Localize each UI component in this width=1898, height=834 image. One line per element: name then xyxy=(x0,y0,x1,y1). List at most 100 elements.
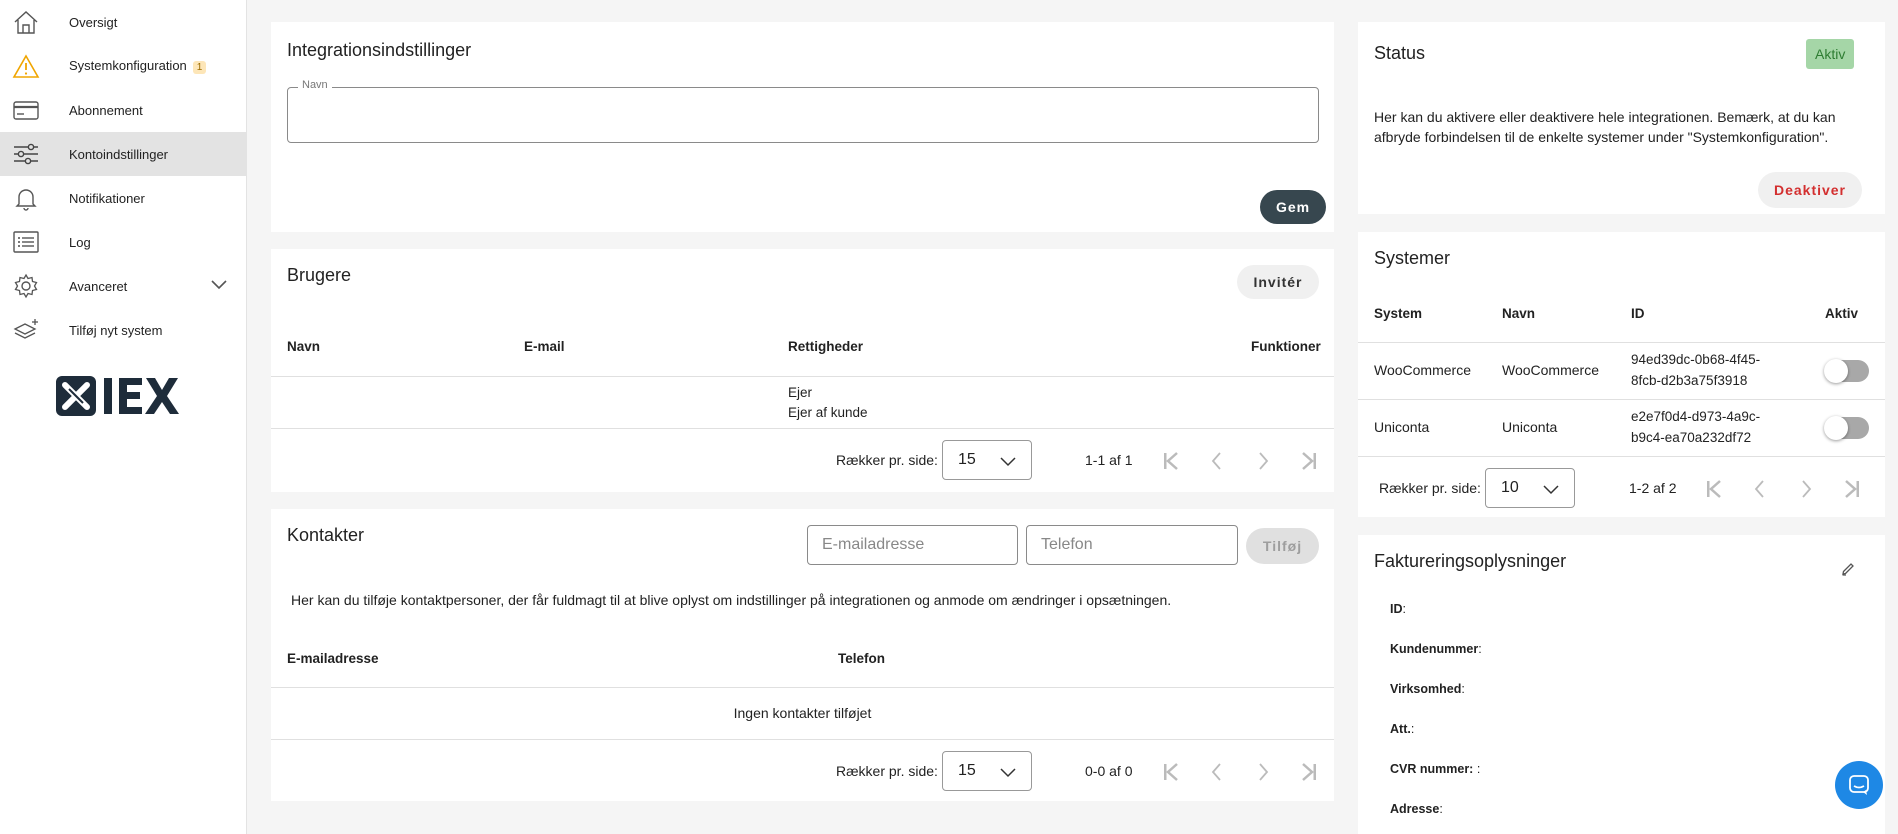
name-input[interactable] xyxy=(287,87,1319,143)
next-page-icon[interactable] xyxy=(1251,449,1275,473)
user-right: Ejer xyxy=(788,385,813,400)
last-page-icon[interactable] xyxy=(1297,760,1321,784)
system-cell: WooCommerce xyxy=(1374,362,1471,378)
bell-icon xyxy=(15,189,37,211)
sidebar-item-abonnement[interactable]: Abonnement xyxy=(0,88,246,132)
save-button[interactable]: Gem xyxy=(1260,190,1326,224)
sidebar-item-avanceret[interactable]: Avanceret xyxy=(0,264,246,308)
divider xyxy=(271,376,1334,377)
system-id-cell: b9c4-ea70a232df72 xyxy=(1631,430,1752,445)
sidebar-item-label: Abonnement xyxy=(69,102,143,118)
previous-page-icon[interactable] xyxy=(1748,477,1772,501)
rows-per-page-label: Rækker pr. side: xyxy=(1379,480,1481,496)
system-id-cell: e2e7f0d4-d973-4a9c- xyxy=(1631,409,1761,424)
column-header: Funktioner xyxy=(1251,339,1321,354)
column-header: Rettigheder xyxy=(788,339,864,354)
billing-label: CVR nummer: xyxy=(1390,762,1474,776)
billing-label-suffix: : xyxy=(1478,642,1482,656)
pagination-range: 0-0 af 0 xyxy=(1085,763,1133,779)
active-toggle[interactable] xyxy=(1824,359,1869,383)
sidebar-item-label: Kontoindstillinger xyxy=(69,146,169,162)
system-id-cell: 8fcb-d2b3a75f3918 xyxy=(1631,373,1748,388)
iex-logo xyxy=(56,374,186,423)
system-name-cell: WooCommerce xyxy=(1502,362,1599,378)
card-title: Status xyxy=(1374,43,1426,63)
first-page-icon[interactable] xyxy=(1159,760,1183,784)
contacts-description: Her kan du tilføje kontaktpersoner, der … xyxy=(291,592,1172,608)
billing-label-suffix: : xyxy=(1473,762,1481,776)
email-field[interactable]: E-mailadresse xyxy=(807,525,1018,565)
column-header: E-mail xyxy=(524,339,565,354)
sidebar-item-label: Systemkonfiguration xyxy=(69,58,187,73)
chevron-down-icon xyxy=(1000,768,1016,778)
edit-icon[interactable] xyxy=(1840,561,1856,577)
column-header: Navn xyxy=(287,339,321,354)
first-page-icon[interactable] xyxy=(1702,477,1726,501)
system-cell: Uniconta xyxy=(1374,419,1430,435)
card-title: Kontakter xyxy=(287,525,365,545)
sidebar-item-label: Oversigt xyxy=(69,14,118,30)
column-header: E-mailadresse xyxy=(287,651,379,666)
home-icon xyxy=(14,11,38,34)
billing-label: Kundenummer xyxy=(1390,642,1479,656)
list-icon xyxy=(13,231,39,253)
billing-att-row: Att.: xyxy=(1390,722,1414,736)
active-toggle[interactable] xyxy=(1824,416,1869,440)
pagination-range: 1-1 af 1 xyxy=(1085,452,1133,468)
card-title: Brugere xyxy=(287,265,352,285)
sidebar-item-tilfoej-nyt-system[interactable]: Tilføj nyt system xyxy=(0,308,246,352)
users-card: Brugere Invitér Navn E-mail Rettigheder … xyxy=(271,249,1334,492)
billing-label-suffix: : xyxy=(1461,682,1465,696)
notification-badge: 1 xyxy=(192,61,207,74)
rows-per-page-value: 15 xyxy=(958,762,976,779)
sidebar-item-label: Log xyxy=(69,234,91,250)
systems-card: Systemer System Navn ID Aktiv WooCommerc… xyxy=(1358,232,1885,517)
add-contact-button[interactable]: Tilføj xyxy=(1246,528,1319,564)
previous-page-icon[interactable] xyxy=(1205,449,1229,473)
chat-launcher-button[interactable] xyxy=(1835,761,1883,809)
billing-id-row: ID: xyxy=(1390,602,1406,616)
sliders-icon xyxy=(14,143,38,165)
chevron-down-icon xyxy=(1000,457,1016,467)
deactivate-button[interactable]: Deaktiver xyxy=(1758,172,1862,208)
sidebar-item-systemkonfiguration[interactable]: Systemkonfiguration 1 xyxy=(0,44,246,88)
billing-label: Virksomhed xyxy=(1390,682,1462,696)
previous-page-icon[interactable] xyxy=(1205,760,1229,784)
last-page-icon[interactable] xyxy=(1297,449,1321,473)
billing-company-row: Virksomhed: xyxy=(1390,682,1465,696)
system-id-cell: 94ed39dc-0b68-4f45- xyxy=(1631,352,1761,367)
integration-settings-card: Integrationsindstillinger Navn Gem xyxy=(271,22,1334,232)
column-header: System xyxy=(1374,306,1423,321)
status-badge: Aktiv xyxy=(1806,39,1855,69)
column-header: Aktiv xyxy=(1825,306,1859,321)
rows-per-page-value: 15 xyxy=(958,451,976,468)
rows-per-page-value: 10 xyxy=(1501,479,1519,496)
last-page-icon[interactable] xyxy=(1840,477,1864,501)
phone-field[interactable]: Telefon xyxy=(1026,525,1238,565)
rows-per-page-select[interactable]: 10 xyxy=(1485,468,1575,508)
sidebar-item-log[interactable]: Log xyxy=(0,220,246,264)
divider xyxy=(271,739,1334,740)
empty-state: Ingen kontakter tilføjet xyxy=(733,705,872,721)
billing-address-row: Adresse: xyxy=(1390,802,1443,816)
divider xyxy=(1358,456,1885,457)
contacts-card: Kontakter E-mailadresse Telefon Tilføj H… xyxy=(271,509,1334,801)
chat-icon xyxy=(1849,775,1869,795)
sidebar-item-kontoindstillinger[interactable]: Kontoindstillinger xyxy=(0,132,246,176)
sidebar-item-notifikationer[interactable]: Notifikationer xyxy=(0,176,246,220)
next-page-icon[interactable] xyxy=(1251,760,1275,784)
pagination-range: 1-2 af 2 xyxy=(1629,480,1677,496)
invite-button[interactable]: Invitér xyxy=(1237,265,1319,299)
sidebar-item-label: Tilføj nyt system xyxy=(69,322,163,338)
column-header: ID xyxy=(1631,306,1645,321)
divider xyxy=(1358,399,1885,400)
rows-per-page-select[interactable]: 15 xyxy=(942,440,1032,480)
chevron-down-icon xyxy=(1543,485,1559,495)
first-page-icon[interactable] xyxy=(1159,449,1183,473)
sidebar-item-oversigt[interactable]: Oversigt xyxy=(0,0,246,44)
credit-card-icon xyxy=(13,101,39,120)
next-page-icon[interactable] xyxy=(1794,477,1818,501)
rows-per-page-select[interactable]: 15 xyxy=(942,751,1032,791)
chevron-down-icon[interactable] xyxy=(210,278,228,290)
user-right: Ejer af kunde xyxy=(788,405,868,420)
